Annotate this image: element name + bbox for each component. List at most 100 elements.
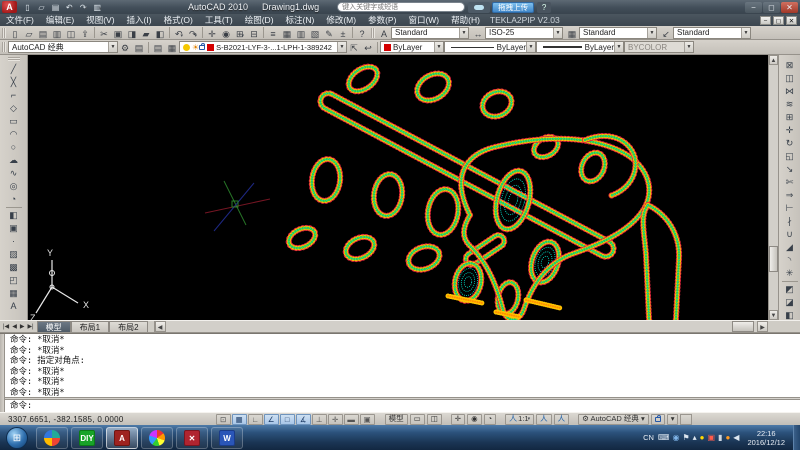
scroll-down-icon[interactable]: ▼ (769, 310, 778, 320)
text-style-combo[interactable]: Standard▼ (391, 27, 469, 39)
match-properties-icon[interactable]: ▰ (139, 27, 153, 39)
zoom-icon[interactable]: ◉ (467, 414, 482, 425)
color-combo[interactable]: ByLayer ▼ (380, 41, 444, 53)
properties-icon[interactable]: ≡ (266, 27, 280, 39)
update-icon[interactable]: ● (725, 433, 730, 443)
doc-restore-button[interactable]: ◻ (773, 16, 784, 25)
app-autocad[interactable]: A (106, 427, 138, 449)
horizontal-scrollbar[interactable]: ◀ ▶ (154, 321, 768, 332)
hatch-icon[interactable]: ▨ (5, 248, 23, 261)
save-workspace-icon[interactable]: ▤ (132, 41, 146, 53)
point-icon[interactable]: · (5, 235, 23, 248)
restore-button[interactable]: ◻ (763, 2, 780, 13)
lwt-toggle[interactable]: ▬ (344, 414, 359, 425)
make-object-layer-current-icon[interactable]: ⇱ (347, 41, 361, 53)
pan-icon[interactable]: ✛ (205, 27, 219, 39)
table-icon[interactable]: ▦ (5, 287, 23, 300)
show-desktop-button[interactable] (793, 425, 800, 450)
alert-icon[interactable]: ▣ (707, 433, 715, 443)
dyn-toggle[interactable]: ✛ (328, 414, 343, 425)
annotation-autoscale-icon[interactable]: 人 (554, 414, 570, 425)
pan-icon[interactable]: ✛ (451, 414, 465, 425)
close-button[interactable]: ✕ (781, 2, 798, 13)
drag-upload-button[interactable]: 拖拽上传 (492, 2, 534, 13)
mleader-style-combo[interactable]: Standard▼ (673, 27, 751, 39)
quickcalc-icon[interactable]: ± (336, 27, 350, 39)
bring-to-front-icon[interactable]: ◩ (781, 283, 799, 296)
new-icon[interactable]: ▯ (21, 2, 34, 13)
break-at-point-icon[interactable]: ⊢ (781, 202, 799, 215)
rectangle-icon[interactable]: ▭ (5, 115, 23, 128)
chevron-down-icon[interactable]: ▼ (614, 42, 623, 52)
region-icon[interactable]: ◰ (5, 274, 23, 287)
tool-palettes-icon[interactable]: ▥ (294, 27, 308, 39)
plot-preview-icon[interactable]: ◫ (64, 27, 78, 39)
annotation-scale-button[interactable]: 人1:1▾ (505, 414, 534, 425)
communication-center-button[interactable] (468, 2, 490, 13)
gradient-icon[interactable]: ▩ (5, 261, 23, 274)
start-button[interactable]: ⊞ (6, 427, 28, 449)
workspace-settings-icon[interactable]: ⚙ (118, 41, 132, 53)
bring-above-icon[interactable]: ◧ (781, 309, 799, 320)
explode-icon[interactable]: ✳ (781, 267, 799, 280)
dim-style-combo[interactable]: ISO-25▼ (485, 27, 563, 39)
quick-view-layouts-icon[interactable]: ▭ (410, 414, 425, 425)
show-hidden-icon[interactable]: ▴ (693, 433, 697, 443)
chevron-down-icon[interactable]: ▼ (434, 42, 443, 52)
status-menu-button[interactable]: ▾ (667, 414, 679, 425)
tab-nav-icon-1[interactable]: ◀ (11, 323, 18, 330)
chevron-down-icon[interactable]: ▼ (647, 28, 656, 38)
move-icon[interactable]: ✛ (781, 124, 799, 137)
command-input[interactable]: 命令: (0, 400, 800, 412)
menu-item-4[interactable]: 格式(O) (158, 14, 199, 26)
help-button[interactable]: ? (537, 2, 551, 13)
chevron-down-icon[interactable]: ▼ (553, 28, 562, 38)
menu-item-6[interactable]: 绘图(D) (239, 14, 280, 26)
break-icon[interactable]: ∤ (781, 215, 799, 228)
clean-screen-button[interactable] (680, 414, 692, 425)
new-icon[interactable]: ▯ (8, 27, 22, 39)
insert-block-icon[interactable]: ◧ (5, 209, 23, 222)
table-style-combo[interactable]: Standard▼ (579, 27, 657, 39)
grid-toggle[interactable]: ▦ (232, 414, 247, 425)
layer-lock-icon[interactable] (199, 45, 205, 50)
mleader-style-icon[interactable]: ↙ (659, 27, 673, 39)
horizontal-scroll-thumb[interactable] (732, 321, 754, 332)
tab-布局2[interactable]: 布局2 (109, 321, 147, 332)
layer-properties-icon[interactable]: ▤ (151, 41, 165, 53)
scroll-up-icon[interactable]: ▲ (769, 55, 778, 65)
mirror-icon[interactable]: ⋈ (781, 85, 799, 98)
app-red-tool[interactable]: ✕ (176, 427, 208, 449)
menu-item-5[interactable]: 工具(T) (199, 14, 239, 26)
osnap-toggle[interactable]: □ (280, 414, 295, 425)
paste-icon[interactable]: ◨ (125, 27, 139, 39)
tab-nav-icon-0[interactable]: |◀ (2, 323, 10, 330)
toolbar-grip[interactable] (371, 28, 375, 38)
doc-minimize-button[interactable]: − (760, 16, 771, 25)
chevron-down-icon[interactable]: ▼ (459, 28, 468, 38)
chevron-down-icon[interactable]: ▼ (108, 42, 117, 52)
minimize-button[interactable]: − (745, 2, 762, 13)
chevron-down-icon[interactable]: ▼ (526, 42, 535, 52)
sheet-set-icon[interactable]: ▧ (308, 27, 322, 39)
zoom-realtime-icon[interactable]: ◉ (219, 27, 233, 39)
battery-icon[interactable]: ▮ (718, 433, 722, 443)
vertical-scrollbar[interactable]: ▲ ▼ (768, 55, 778, 320)
plot-icon[interactable]: ▥ (50, 27, 64, 39)
app-logo-icon[interactable]: A (2, 1, 17, 13)
plot-icon[interactable]: ▥▾ (91, 2, 104, 13)
menu-item-0[interactable]: 文件(F) (0, 14, 40, 26)
arc-icon[interactable]: ◠ (5, 128, 23, 141)
join-icon[interactable]: ∪ (781, 228, 799, 241)
doc-close-button[interactable]: ✕ (786, 16, 797, 25)
ducs-toggle[interactable]: ⊥ (312, 414, 327, 425)
block-editor-icon[interactable]: ◧ (153, 27, 167, 39)
polygon-icon[interactable]: ◇ (5, 102, 23, 115)
linetype-combo[interactable]: ByLayer ▼ (444, 41, 536, 53)
fillet-icon[interactable]: ◝ (781, 254, 799, 267)
mtext-icon[interactable]: A (5, 300, 23, 313)
lineweight-combo[interactable]: ByLayer ▼ (536, 41, 624, 53)
model-space-button[interactable]: 模型 (385, 414, 408, 425)
erase-icon[interactable]: ⊠ (781, 59, 799, 72)
menu-item-7[interactable]: 标注(N) (280, 14, 321, 26)
